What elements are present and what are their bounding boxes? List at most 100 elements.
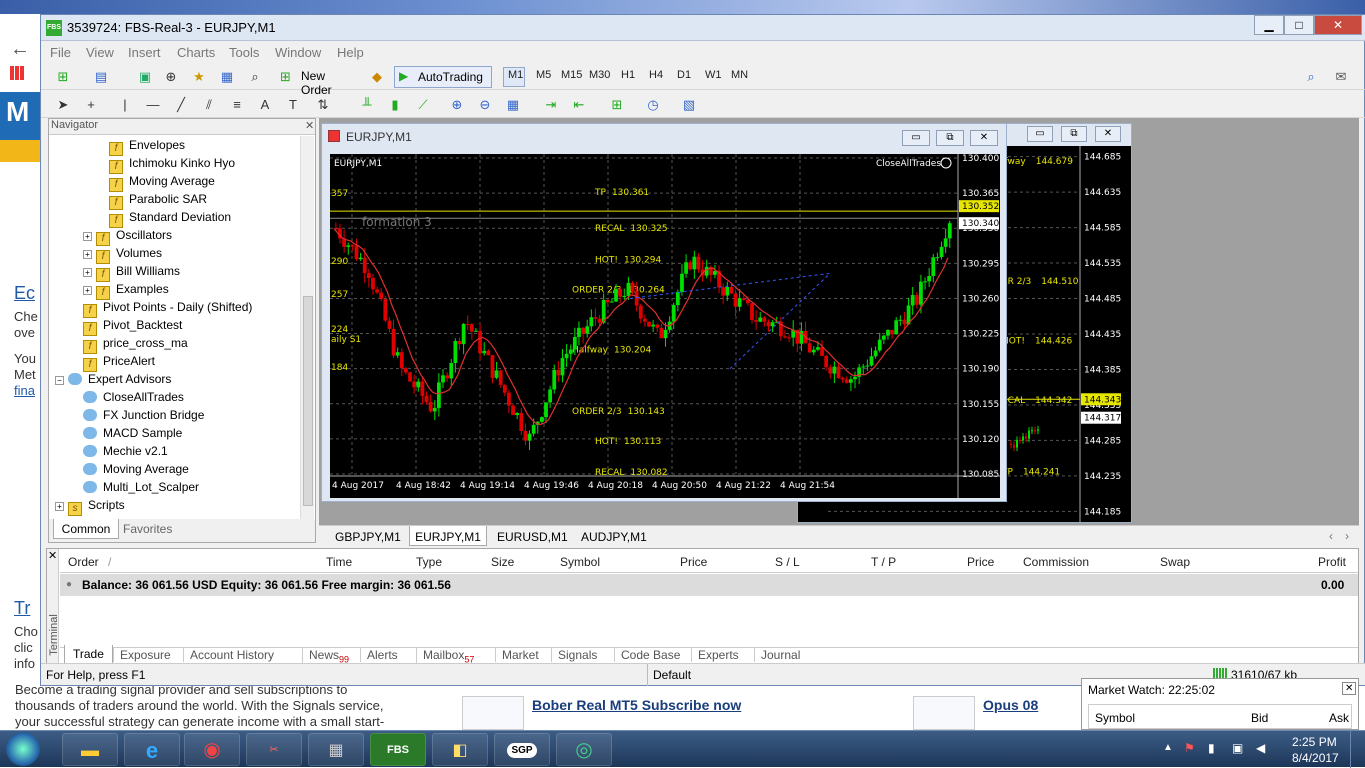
navigator-close-icon[interactable]: ✕: [305, 119, 314, 132]
navigator-star-icon[interactable]: ★: [189, 67, 209, 87]
signal-thumbnail[interactable]: [913, 696, 975, 730]
navigator-scroll-thumb[interactable]: [303, 296, 313, 506]
webpage-link[interactable]: fina: [14, 383, 35, 398]
signal-thumbnail[interactable]: [462, 696, 524, 730]
navigator-item[interactable]: + f Examples: [83, 282, 169, 300]
crosshair-target-icon[interactable]: ⊕: [161, 67, 181, 87]
cursor-arrow-icon[interactable]: ➤: [53, 95, 73, 115]
chart-close-button[interactable]: ✕: [970, 130, 998, 146]
terminal-tab[interactable]: Account History: [183, 648, 274, 662]
text-icon[interactable]: A: [255, 95, 275, 115]
mw-col-bid[interactable]: Bid: [1251, 711, 1268, 725]
tree-expand-icon[interactable]: +: [83, 268, 92, 277]
menu-insert[interactable]: Insert: [128, 45, 161, 60]
navigator-item[interactable]: f price_cross_ma: [83, 336, 188, 354]
chart-tab-gbpjpy[interactable]: GBPJPY,M1: [335, 530, 401, 544]
navigator-item[interactable]: f Ichimoku Kinko Hyo: [109, 156, 235, 174]
navigator-item[interactable]: CloseAllTrades: [83, 390, 184, 404]
signal-link[interactable]: Opus 08: [983, 697, 1038, 713]
chart-close-button[interactable]: ✕: [1095, 126, 1121, 142]
timeframe-h1[interactable]: H1: [621, 69, 635, 81]
terminal-close-icon[interactable]: ✕: [48, 549, 57, 562]
terminal-tab[interactable]: Signals: [551, 648, 597, 662]
minimize-button[interactable]: ▁: [1254, 15, 1284, 35]
trendline-icon[interactable]: ╱: [171, 95, 191, 115]
chart-tab-eurjpy[interactable]: EURJPY,M1: [409, 526, 487, 546]
terminal-tab[interactable]: News99: [302, 648, 349, 665]
close-button[interactable]: ✕: [1314, 15, 1362, 35]
eurjpy-chart-canvas[interactable]: 130.400 130.365 130.330 130.295 130.260 130.2…: [330, 154, 1000, 498]
autoscroll-icon[interactable]: ⇤: [569, 95, 589, 115]
navigator-item[interactable]: + f Bill Williams: [83, 264, 180, 282]
sgp-taskbar-app[interactable]: SGP: [494, 733, 550, 766]
show-desktop-button[interactable]: [1350, 731, 1365, 768]
eurjpy-chart-svg[interactable]: 130.400130.365130.330130.295130.260130.2…: [330, 154, 1000, 498]
apps-grid-icon[interactable]: [10, 66, 24, 80]
navigator-item[interactable]: Multi_Lot_Scalper: [83, 480, 199, 494]
channel-icon[interactable]: ⫽: [199, 95, 219, 115]
search-icon[interactable]: ⌕: [1301, 67, 1321, 87]
tray-network-icon[interactable]: ▮: [1208, 741, 1215, 755]
navigator-item[interactable]: f Envelopes: [109, 138, 185, 156]
tab-favorites[interactable]: Favorites: [123, 522, 172, 536]
back-arrow-icon[interactable]: ←: [10, 38, 30, 61]
candlestick-icon[interactable]: ▮: [385, 95, 405, 115]
terminal-tab[interactable]: Mailbox57: [416, 648, 474, 665]
navigator-item[interactable]: + f Oscillators: [83, 228, 172, 246]
navigator-item[interactable]: f Pivot_Backtest: [83, 318, 182, 336]
crosshair-icon[interactable]: +: [81, 95, 101, 115]
periods-clock-icon[interactable]: ◷: [643, 95, 663, 115]
tree-expand-icon[interactable]: −: [55, 376, 64, 385]
market-watch-close-icon[interactable]: ✕: [1342, 682, 1357, 695]
navigator-item[interactable]: f Parabolic SAR: [109, 192, 207, 210]
timeframe-h4[interactable]: H4: [649, 69, 663, 81]
menu-window[interactable]: Window: [275, 45, 321, 60]
navigator-item[interactable]: f Standard Deviation: [109, 210, 231, 228]
snipping-tool-icon[interactable]: ✂: [246, 733, 302, 766]
maximize-button[interactable]: □: [1284, 15, 1314, 35]
zoom-in-icon[interactable]: ⊕: [447, 95, 467, 115]
zoom-out-icon[interactable]: ⊖: [475, 95, 495, 115]
new-order-button[interactable]: ⊞ New Order: [278, 67, 358, 97]
navigator-item[interactable]: Mechie v2.1: [83, 444, 168, 458]
chart-minimize-button[interactable]: ▭: [902, 130, 930, 146]
tray-flag-icon[interactable]: ⚑: [1184, 741, 1195, 755]
menu-file[interactable]: File: [50, 45, 71, 60]
mw-col-ask[interactable]: Ask: [1329, 711, 1349, 725]
tab-common[interactable]: Common: [53, 519, 119, 539]
timeframe-m30[interactable]: M30: [589, 69, 610, 81]
tray-device-icon[interactable]: ▣: [1232, 741, 1243, 755]
chart-tab-eurusd[interactable]: EURUSD,M1: [497, 530, 568, 544]
autotrading-button[interactable]: ▶ AutoTrading: [394, 66, 492, 88]
webpage-heading-tr[interactable]: Tr: [14, 598, 30, 619]
navigator-item[interactable]: + s Scripts: [55, 498, 125, 516]
tray-expand-icon[interactable]: ▲: [1163, 742, 1173, 753]
arrows-shapes-icon[interactable]: ⇅: [313, 95, 333, 115]
tree-expand-icon[interactable]: +: [83, 286, 92, 295]
vertical-line-icon[interactable]: |: [115, 95, 135, 115]
chart-tab-audjpy[interactable]: AUDJPY,M1: [581, 530, 647, 544]
text-label-icon[interactable]: T: [283, 95, 303, 115]
menu-help[interactable]: Help: [337, 45, 364, 60]
signal-link[interactable]: Bober Real MT5 Subscribe now: [532, 697, 741, 713]
line-chart-icon[interactable]: ⟋: [413, 95, 433, 115]
navigator-item[interactable]: FX Junction Bridge: [83, 408, 204, 422]
timeframe-m1[interactable]: M1: [508, 69, 523, 81]
start-button[interactable]: [6, 732, 40, 766]
chrome-icon[interactable]: ◉: [184, 733, 240, 766]
terminal-tab[interactable]: Journal: [754, 648, 800, 662]
mw-col-symbol[interactable]: Symbol: [1095, 711, 1135, 725]
navigator-item[interactable]: f PriceAlert: [83, 354, 155, 372]
tabs-scroll-left-icon[interactable]: ‹: [1329, 529, 1333, 543]
terminal-tab[interactable]: Trade: [64, 645, 113, 664]
navigator-scrollbar[interactable]: [300, 136, 314, 519]
ea-smiley-icon[interactable]: [940, 157, 952, 169]
calculator-icon[interactable]: ▦: [308, 733, 364, 766]
navigator-item[interactable]: f Moving Average: [109, 174, 215, 192]
explorer-folder-icon[interactable]: ▬: [62, 733, 118, 766]
fbs-taskbar-app[interactable]: FBS: [370, 733, 426, 766]
timeframe-m15[interactable]: M15: [561, 69, 582, 81]
strategy-tester-icon[interactable]: ⌕: [245, 67, 265, 87]
navigator-item[interactable]: f Pivot Points - Daily (Shifted): [83, 300, 252, 318]
chart-restore-button[interactable]: ⧉: [936, 130, 964, 146]
